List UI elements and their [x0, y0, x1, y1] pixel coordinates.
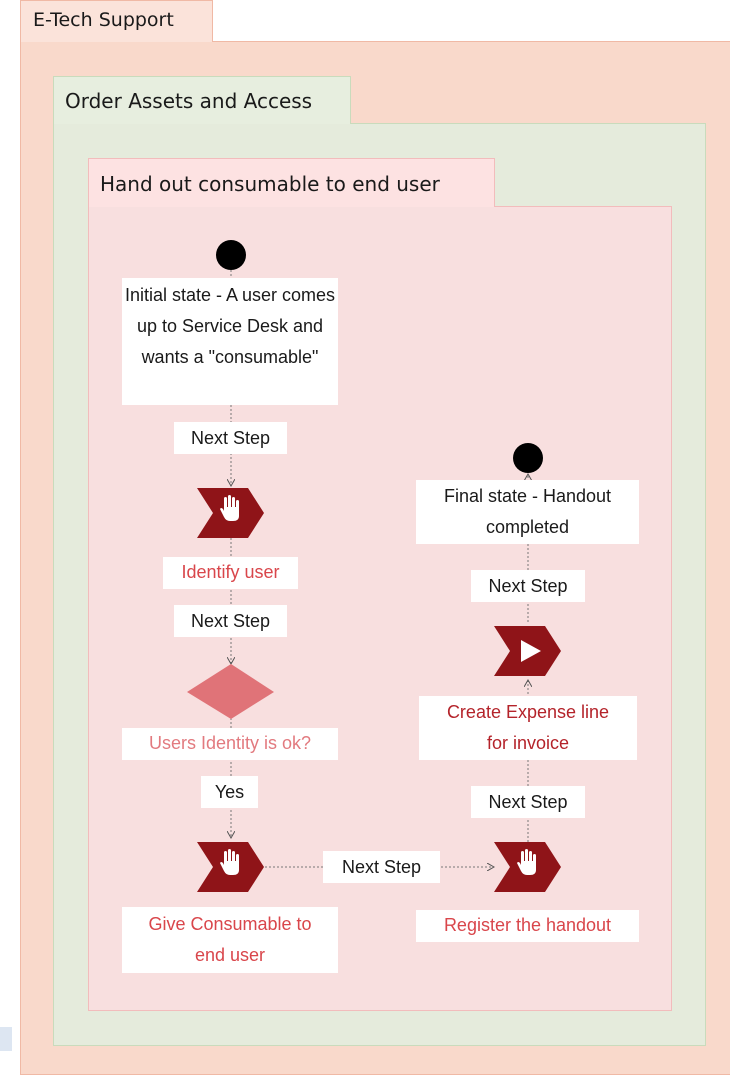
edge-label-give-to-register[interactable]: Next Step	[323, 851, 440, 883]
identify-user-task-shape[interactable]	[197, 488, 264, 538]
identity-decision-diamond[interactable]	[187, 664, 274, 719]
edge-label-register-to-expense[interactable]: Next Step	[471, 786, 585, 818]
register-handout-label[interactable]: Register the handout	[416, 910, 639, 942]
final-state-label[interactable]: Final state - Handout completed	[416, 480, 639, 544]
identify-user-label[interactable]: Identify user	[163, 557, 298, 589]
edge-label-expense-to-final[interactable]: Next Step	[471, 570, 585, 602]
edge-label-initial-to-identify[interactable]: Next Step	[174, 422, 287, 454]
create-expense-task-shape[interactable]	[494, 626, 561, 676]
create-expense-label[interactable]: Create Expense line for invoice	[419, 696, 637, 760]
end-node-dot[interactable]	[513, 443, 543, 473]
initial-state-label[interactable]: Initial state - A user comes up to Servi…	[122, 278, 338, 405]
identity-check-label[interactable]: Users Identity is ok?	[122, 728, 338, 760]
edge-label-identify-to-decision[interactable]: Next Step	[174, 605, 287, 637]
start-node-dot[interactable]	[216, 240, 246, 270]
give-consumable-label[interactable]: Give Consumable to end user	[122, 907, 338, 973]
edge-label-decision-yes[interactable]: Yes	[201, 776, 258, 808]
register-handout-task-shape[interactable]	[494, 842, 561, 892]
give-consumable-task-shape[interactable]	[197, 842, 264, 892]
